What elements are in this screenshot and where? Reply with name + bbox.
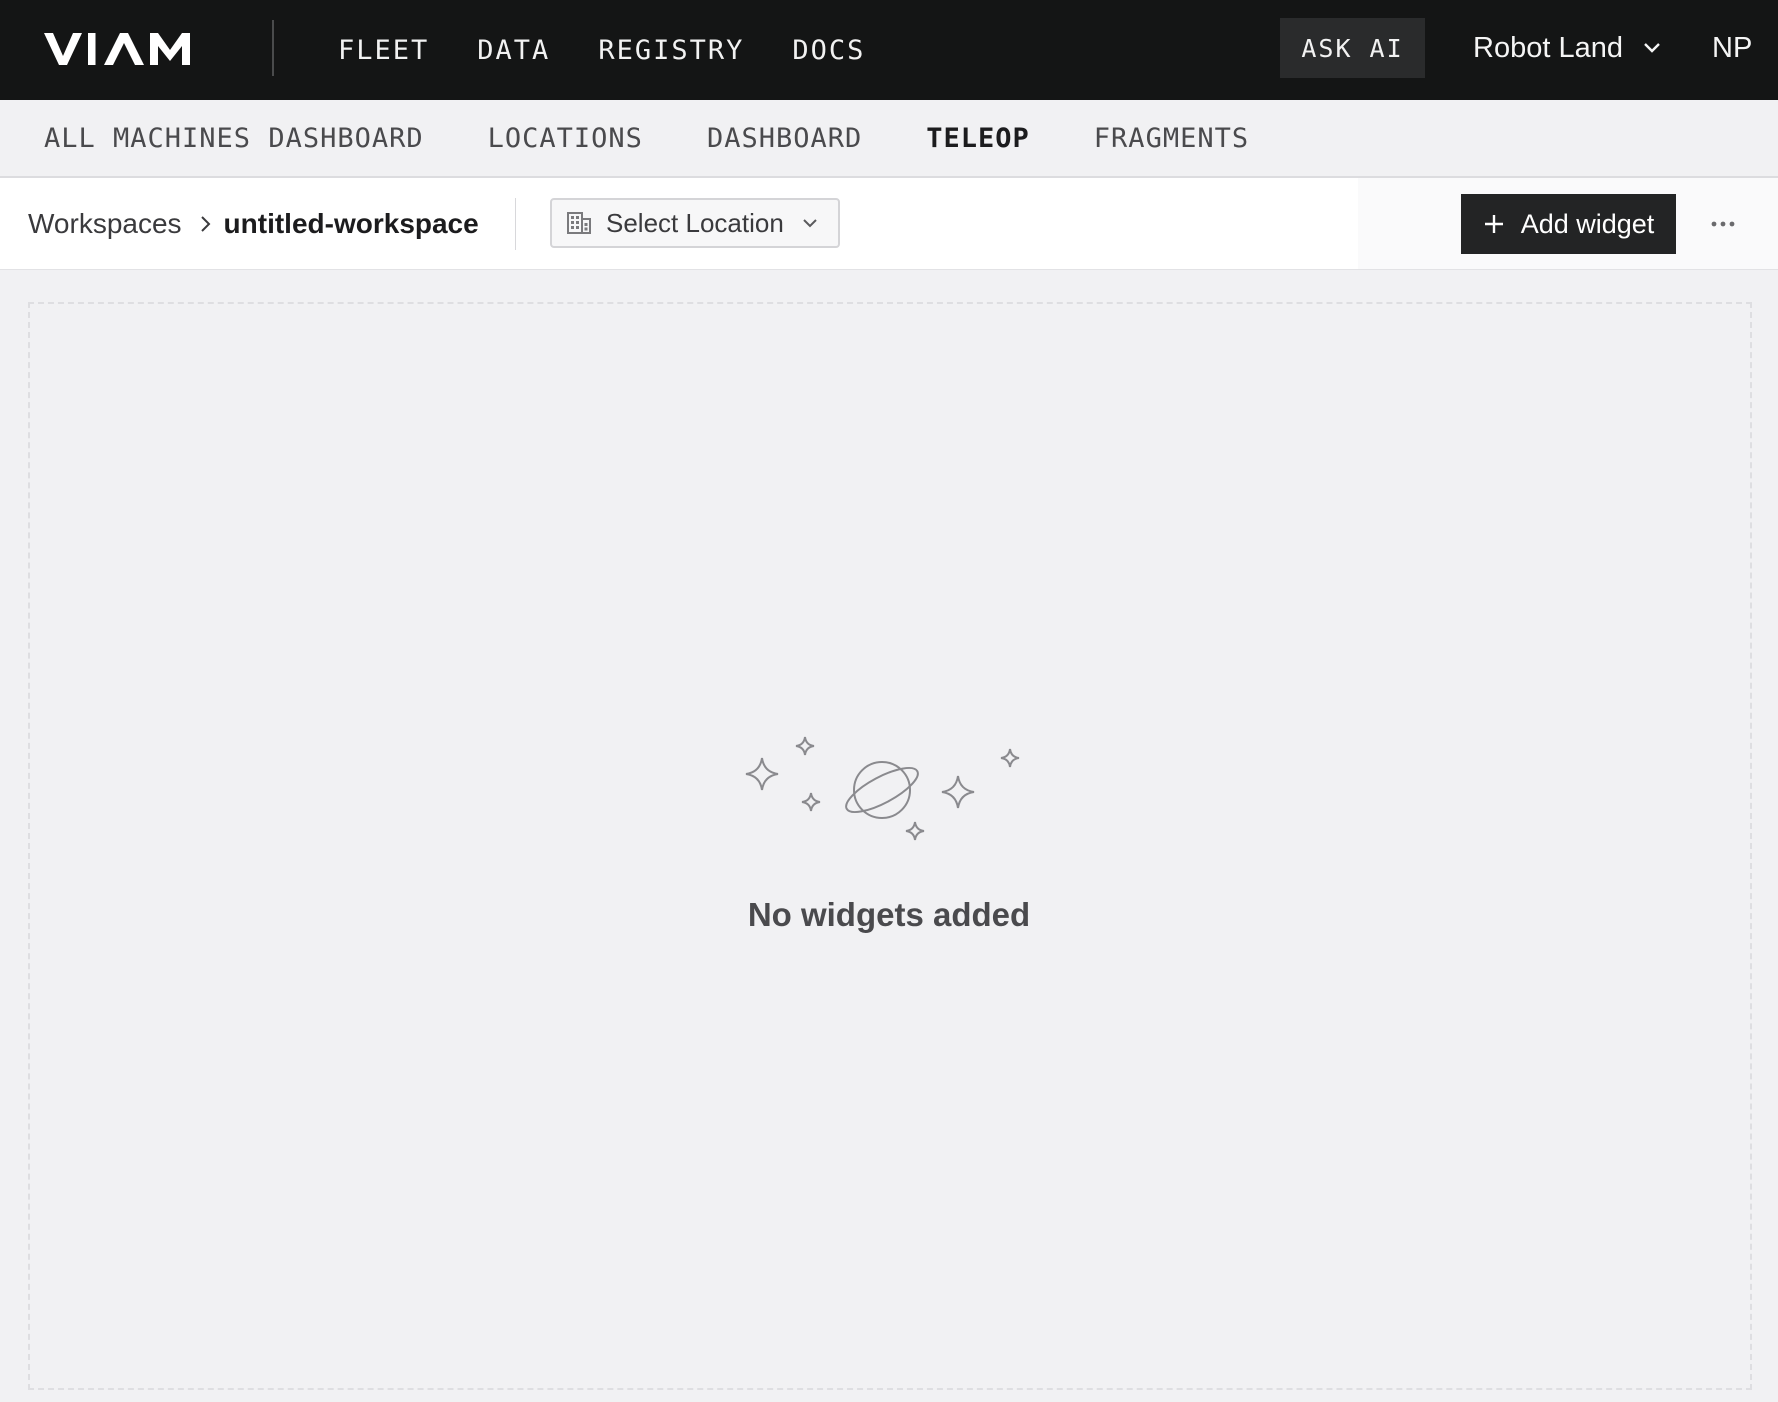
more-horizontal-icon [1711,221,1735,227]
nav-fleet[interactable]: FLEET [338,35,429,66]
fleet-subnav: ALL MACHINES DASHBOARD LOCATIONS DASHBOA… [0,100,1778,178]
add-widget-label: Add widget [1520,208,1655,239]
add-widget-button[interactable]: Add widget [1461,194,1676,254]
more-options-button[interactable] [1700,208,1746,240]
user-avatar[interactable]: NP [1712,26,1752,70]
breadcrumb-workspaces[interactable]: Workspaces [28,208,182,240]
empty-state-message: No widgets added [747,896,1031,933]
main-nav: FLEET DATA REGISTRY DOCS [338,0,913,100]
logo-divider [272,20,274,76]
sparkle-icon [801,792,821,812]
sparkle-icon [795,736,815,756]
org-switcher[interactable]: Robot Land [1473,26,1661,70]
chevron-down-icon [803,219,817,228]
tab-fragments[interactable]: FRAGMENTS [1094,123,1249,154]
sparkle-icon [905,821,925,841]
org-name: Robot Land [1473,31,1623,64]
nav-docs[interactable]: DOCS [792,35,865,66]
toolbar-divider [515,198,516,250]
workspace-toolbar: Workspaces untitled-workspace Select Loc… [0,178,1778,270]
plus-icon [1484,215,1503,233]
viam-logo[interactable] [44,30,210,66]
chevron-down-icon [1644,43,1660,53]
breadcrumb: Workspaces untitled-workspace [28,178,479,270]
location-select[interactable]: Select Location [550,198,840,248]
tab-locations[interactable]: LOCATIONS [488,123,643,154]
building-icon [567,212,591,234]
chevron-right-icon [200,216,210,232]
location-select-value: Select Location [606,207,784,238]
tab-teleop[interactable]: TELEOP [926,123,1030,154]
breadcrumb-current-workspace: untitled-workspace [223,208,479,239]
ask-ai-button[interactable]: ASK AI [1280,18,1425,78]
top-navbar: FLEET DATA REGISTRY DOCS ASK AI Robot La… [0,0,1778,100]
nav-data[interactable]: DATA [477,35,550,66]
sparkle-icon [745,757,779,791]
sparkle-icon [1000,748,1020,768]
planet-icon [745,736,1020,841]
sparkle-icon [941,775,975,809]
tab-all-machines-dashboard[interactable]: ALL MACHINES DASHBOARD [44,123,424,154]
nav-registry[interactable]: REGISTRY [598,35,744,66]
tab-dashboard[interactable]: DASHBOARD [707,123,862,154]
